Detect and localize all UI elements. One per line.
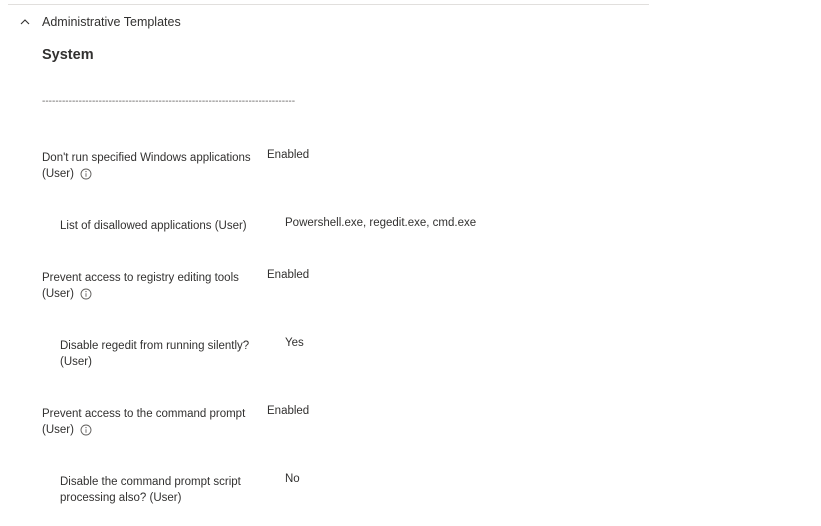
chevron-up-icon[interactable] bbox=[18, 15, 32, 29]
section-divider bbox=[8, 4, 649, 5]
category-title: System bbox=[42, 47, 94, 63]
section-title: Administrative Templates bbox=[42, 15, 181, 29]
setting-disable-cmd-script: Disable the command prompt script proces… bbox=[60, 474, 270, 506]
setting-label: Disable the command prompt script bbox=[60, 476, 241, 488]
separator-line: ----------------------------------------… bbox=[42, 96, 296, 107]
setting-label-scope: processing also? (User) bbox=[60, 492, 182, 504]
setting-label: List of disallowed applications (User) bbox=[60, 220, 247, 232]
setting-value: Enabled bbox=[267, 149, 310, 161]
info-icon[interactable] bbox=[80, 288, 92, 300]
setting-prevent-registry-tools: Prevent access to registry editing tools… bbox=[42, 270, 262, 302]
setting-value: Enabled bbox=[267, 405, 310, 417]
administrative-templates-header[interactable]: Administrative Templates bbox=[18, 13, 181, 31]
setting-value: Powershell.exe, regedit.exe, cmd.exe bbox=[285, 217, 477, 229]
setting-disallowed-apps-list: List of disallowed applications (User) bbox=[60, 218, 260, 234]
setting-label: Disable regedit from running silently? bbox=[60, 340, 250, 352]
setting-value: Enabled bbox=[267, 269, 310, 281]
setting-label: Prevent access to the command prompt bbox=[42, 408, 246, 420]
info-icon[interactable] bbox=[80, 168, 92, 180]
setting-label-scope: (User) bbox=[42, 288, 74, 300]
setting-label-scope: (User) bbox=[42, 168, 74, 180]
setting-label: Prevent access to registry editing tools bbox=[42, 272, 239, 284]
setting-value: No bbox=[285, 473, 300, 485]
info-icon[interactable] bbox=[80, 424, 92, 436]
setting-label-scope: (User) bbox=[42, 424, 74, 436]
setting-disable-regedit-silent: Disable regedit from running silently? (… bbox=[60, 338, 270, 370]
setting-label: Don't run specified Windows applications bbox=[42, 152, 251, 164]
setting-label-scope: (User) bbox=[60, 356, 92, 368]
setting-dont-run-apps: Don't run specified Windows applications… bbox=[42, 150, 262, 182]
setting-prevent-command-prompt: Prevent access to the command prompt (Us… bbox=[42, 406, 262, 438]
setting-value: Yes bbox=[285, 337, 304, 349]
